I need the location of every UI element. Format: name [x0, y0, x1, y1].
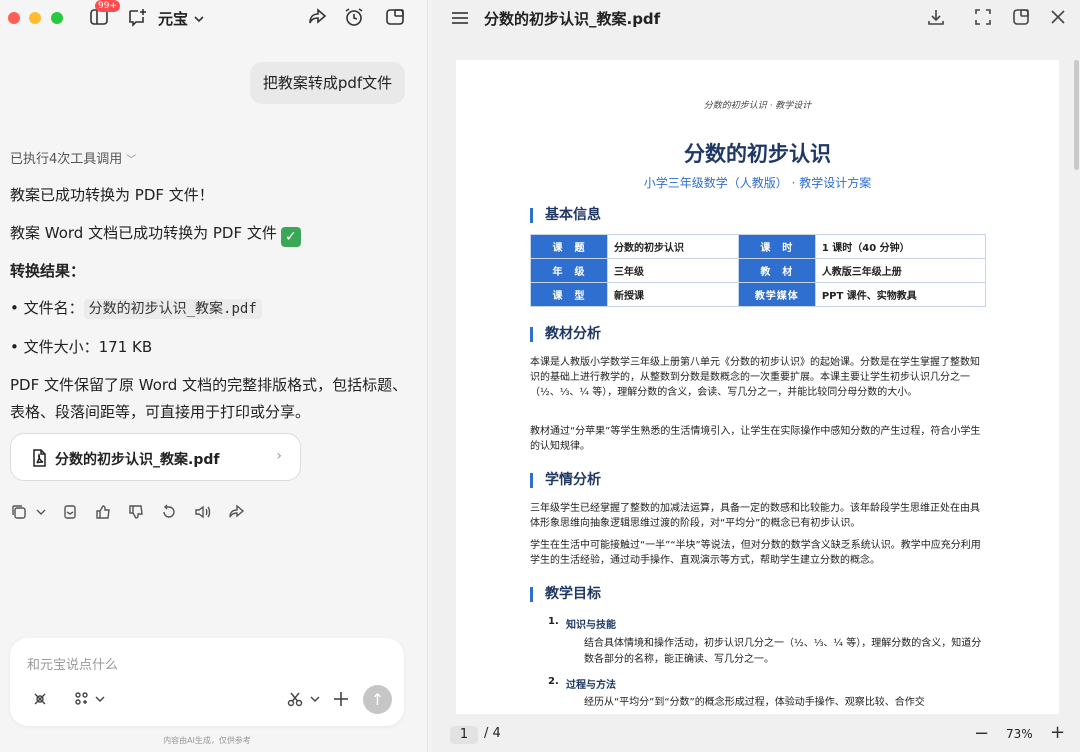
titlebar: 99+ 元宝 [0, 0, 428, 36]
doc-subtitle: 小学三年级数学（人教版） · 教学设计方案 [643, 176, 872, 190]
composer-input[interactable]: 和元宝说点什么 [27, 654, 118, 673]
goal-text: 经历从“平均分”到“分数”的概念形成过程，体验动手操作、观察比较、合作交 [584, 697, 925, 708]
zoom-level: 73% [1006, 727, 1033, 741]
table-row: 课 题 分数的初步认识 课 时 1 课时（40 分钟） [530, 234, 987, 259]
share-icon[interactable] [306, 6, 328, 28]
reply-line-2-text: 教案 Word 文档已成功转换为 PDF 文件 [10, 224, 277, 242]
minimize-window-button[interactable] [29, 12, 41, 24]
viewer-header: 分数的初步认识_教案.pdf [432, 0, 1080, 36]
zoom-out-button[interactable]: − [974, 723, 989, 744]
check-mark-icon: ✓ [280, 227, 301, 247]
file-name-label: • 文件名： [10, 299, 84, 317]
maximize-window-button[interactable] [51, 12, 63, 24]
close-icon[interactable] [1048, 7, 1068, 27]
zoom-in-button[interactable]: + [1050, 722, 1065, 743]
material-paragraph-1: 本课是人教版小学数学三年级上册第八单元《分数的初步认识》的起始课。分数是在学生掌… [530, 357, 980, 398]
regenerate-icon[interactable] [160, 503, 178, 521]
reply-line-1: 教案已成功转换为 PDF 文件！ [10, 186, 214, 204]
download-icon[interactable] [926, 7, 946, 27]
tool-calls-toggle[interactable]: 已执行4次工具调用 ﹀ [10, 148, 136, 167]
section-heading-goal: 教学目标 [530, 587, 601, 602]
table-label: 年 级 [530, 258, 608, 283]
chevron-right-icon: › [276, 448, 282, 464]
table-label: 课 型 [530, 282, 608, 307]
table-cell: 三年级 [607, 258, 739, 283]
table-label: 课 时 [737, 234, 816, 259]
table-cell: 人教版三年级上册 [814, 258, 987, 283]
chevron-down-icon[interactable] [306, 690, 324, 708]
tool-calls-label: 已执行4次工具调用 [10, 152, 123, 167]
summary-text: PDF 文件保留了原 Word 文档的完整排版格式，包括标题、表格、段落间距等，… [10, 376, 408, 421]
student-paragraph-1: 三年级学生已经掌握了整数的加减法运算，具备一定的数感和比较能力。该年龄段学生思维… [530, 503, 980, 529]
thumbs-up-icon[interactable] [94, 503, 112, 521]
share-icon[interactable] [227, 503, 245, 521]
speaker-icon[interactable] [193, 503, 211, 521]
page-number-input[interactable]: 1 [450, 726, 478, 744]
app-name[interactable]: 元宝 [158, 8, 188, 29]
user-message-bubble: 把教案转成pdf文件 [250, 62, 405, 104]
table-row: 课 型 新授课 教学媒体 PPT 课件、实物教具 [530, 282, 987, 307]
copy-icon[interactable] [10, 503, 28, 521]
info-table: 课 题 分数的初步认识 课 时 1 课时（40 分钟） 年 级 三年级 教 材 … [530, 234, 987, 307]
pdf-file-card[interactable]: 分数的初步认识_教案.pdf › [10, 433, 301, 481]
fullscreen-icon[interactable] [973, 7, 993, 27]
pdf-page: 分数的初步认识 · 教学设计 分数的初步认识 小学三年级数学（人教版） · 教学… [456, 60, 1059, 714]
doc-title: 分数的初步认识 [684, 142, 831, 166]
student-paragraph-2: 学生在生活中可能接触过“一半”“半块”等说法，但对分数的数学含义缺乏系统认识。教… [530, 540, 981, 566]
apps-icon[interactable] [73, 690, 91, 708]
pdf-file-icon [29, 448, 49, 468]
section-heading-basic: 基本信息 [530, 208, 601, 223]
table-label: 课 题 [530, 234, 608, 259]
goal-title: 知识与技能 [566, 620, 616, 631]
goal-number: 2. [548, 676, 559, 687]
file-card-name: 分数的初步认识_教案.pdf [55, 452, 220, 468]
file-name-line: • 文件名： 分数的初步认识_教案.pdf [10, 297, 262, 319]
chevron-down-icon: ﹀ [126, 155, 137, 166]
table-cell: PPT 课件、实物教具 [814, 282, 987, 307]
reply-line-2: 教案 Word 文档已成功转换为 PDF 文件 ✓ [10, 222, 301, 247]
send-button[interactable]: ↑ [363, 685, 392, 714]
menu-icon[interactable] [450, 8, 470, 28]
plus-icon[interactable] [332, 690, 350, 708]
goal-number: 1. [548, 616, 559, 627]
table-cell: 新授课 [607, 282, 739, 307]
result-heading: 转换结果： [10, 262, 86, 280]
alarm-clock-icon[interactable] [343, 6, 365, 28]
scissors-icon[interactable] [286, 690, 304, 708]
panel-icon[interactable] [1011, 7, 1031, 27]
table-row: 年 级 三年级 教 材 人教版三年级上册 [530, 258, 987, 283]
page-total: / 4 [484, 726, 501, 741]
table-label: 教学媒体 [737, 282, 816, 307]
new-chat-icon[interactable] [126, 6, 148, 28]
chat-pane: 99+ 元宝 把教案转成pdf文件 已执行4次工具调用 ﹀ 教案已成功转换为 PD… [0, 0, 428, 752]
thumbs-down-icon[interactable] [127, 503, 145, 521]
ai-disclaimer: 内容由AI生成，仅供参考 [163, 736, 251, 745]
close-window-button[interactable] [8, 12, 20, 24]
file-name-code: 分数的初步认识_教案.pdf [83, 299, 262, 319]
notification-badge: 99+ [95, 0, 120, 12]
table-cell: 1 课时（40 分钟） [814, 234, 987, 259]
model-icon[interactable] [31, 690, 49, 708]
pdf-title: 分数的初步认识_教案.pdf [484, 10, 661, 28]
chevron-down-icon[interactable] [91, 690, 109, 708]
scrollbar[interactable] [1074, 60, 1079, 170]
material-paragraph-2: 教材通过“分苹果”等学生熟悉的生活情境引入，让学生在实际操作中感知分数的产生过程… [530, 426, 981, 452]
chevron-down-icon[interactable] [193, 10, 205, 23]
viewer-footer: 1 / 4 − 73% + [432, 718, 1080, 752]
section-heading-material: 教材分析 [530, 327, 601, 342]
table-cell: 分数的初步认识 [607, 234, 739, 259]
section-heading-student: 学情分析 [530, 473, 601, 488]
file-size-line: • 文件大小：171 KB [10, 338, 153, 356]
chevron-down-icon[interactable] [32, 503, 50, 521]
bookmark-icon[interactable] [61, 503, 79, 521]
composer: 和元宝说点什么 ↑ [10, 638, 404, 726]
panel-icon[interactable] [384, 6, 406, 28]
goal-title: 过程与方法 [566, 680, 616, 691]
doc-header: 分数的初步认识 · 教学设计 [703, 101, 812, 111]
table-label: 教 材 [737, 258, 816, 283]
goal-text: 结合具体情境和操作活动，初步认识几分之一（½、⅓、¼ 等），理解分数的含义，知道… [584, 638, 982, 665]
pdf-viewer: 分数的初步认识_教案.pdf 分数的初步认识 · 教学设计 分数的初步认识 小学… [432, 0, 1080, 752]
